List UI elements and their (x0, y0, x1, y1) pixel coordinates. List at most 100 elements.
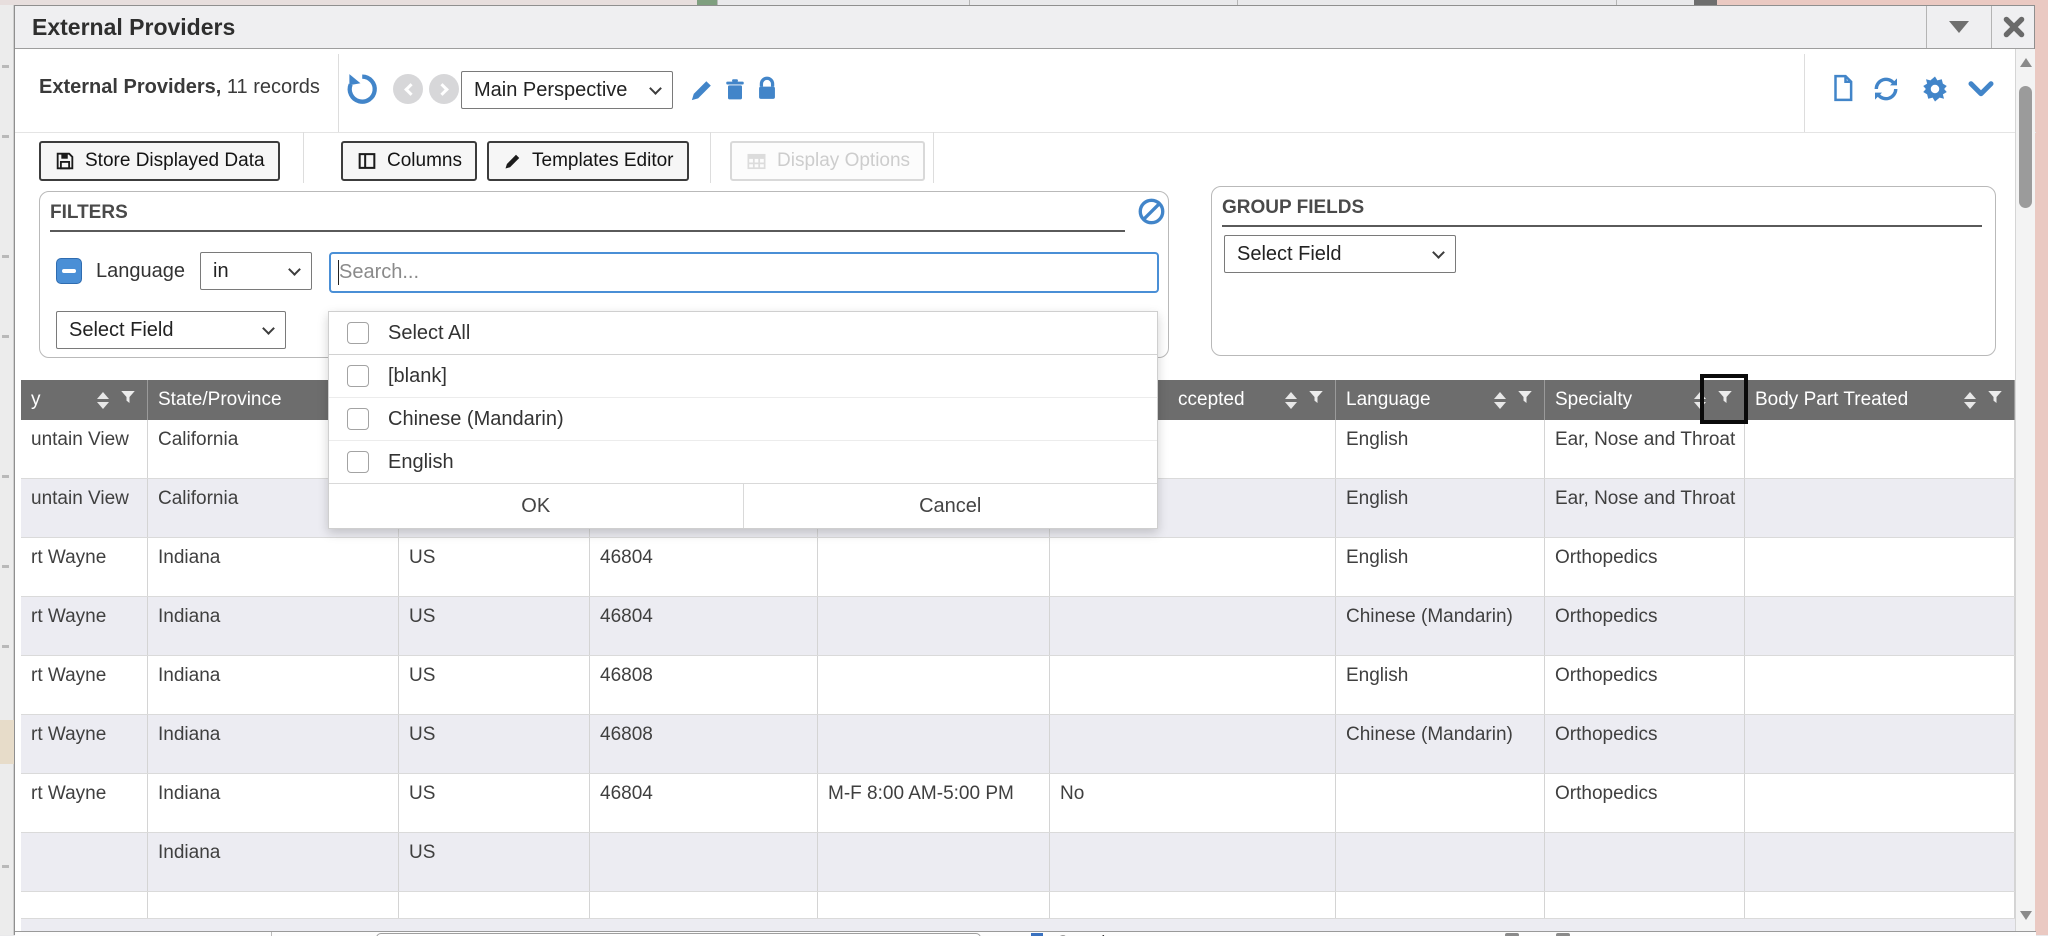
record-summary: External Providers, 11 records (39, 76, 320, 99)
column-header-label: y (31, 389, 41, 411)
filter-icon[interactable] (1307, 388, 1325, 412)
option-label: Chinese (Mandarin) (388, 408, 564, 431)
table-cell (590, 833, 818, 891)
filters-title: FILTERS (50, 202, 128, 224)
clear-filters-icon[interactable] (1136, 196, 1167, 227)
filter-search-input[interactable] (329, 252, 1159, 293)
column-header-label: ccepted (1178, 389, 1245, 411)
lock-icon[interactable] (753, 75, 781, 103)
scroll-down-arrow[interactable] (2020, 911, 2032, 920)
table-cell: US (399, 715, 590, 773)
scrollbar-thumb[interactable] (2019, 86, 2032, 208)
table-cell (1745, 538, 2015, 596)
table-cell (1745, 597, 2015, 655)
table-cell (1745, 656, 2015, 714)
table-cell: untain View (21, 420, 148, 478)
dropdown-option[interactable]: [blank] (329, 355, 1157, 398)
divider (15, 132, 2036, 133)
option-checkbox[interactable] (347, 365, 369, 387)
edit-icon[interactable] (687, 76, 716, 105)
filter-icon[interactable] (1986, 388, 2004, 412)
table-cell (1745, 715, 2015, 773)
option-checkbox[interactable] (347, 408, 369, 430)
filter-icon[interactable] (119, 388, 137, 412)
sort-icon[interactable] (1285, 392, 1297, 409)
filter-icon[interactable] (1516, 388, 1534, 412)
refresh-icon[interactable] (1871, 74, 1901, 104)
table-cell: Indiana (148, 774, 399, 832)
gear-icon[interactable] (1920, 74, 1950, 104)
button-label: Templates Editor (532, 150, 674, 172)
table-cell (1050, 715, 1336, 773)
table-row[interactable] (21, 892, 2015, 919)
templates-editor-button[interactable]: Templates Editor (487, 141, 689, 181)
table-cell (818, 715, 1050, 773)
table-cell (1745, 420, 2015, 478)
perspective-select[interactable]: Main Perspective (461, 71, 673, 109)
table-row[interactable]: rt WayneIndianaUS46804EnglishOrthopedics (21, 538, 2015, 597)
dialog-title: External Providers (32, 14, 235, 41)
option-checkbox[interactable] (347, 322, 369, 344)
table-cell: Orthopedics (1545, 715, 1745, 773)
group-fields-panel: GROUP FIELDS Select Field (1211, 186, 1996, 356)
filter-operator-select[interactable]: in (200, 252, 312, 290)
table-cell (1050, 538, 1336, 596)
vertical-scrollbar[interactable] (2015, 49, 2035, 931)
dropdown-option[interactable]: Chinese (Mandarin) (329, 398, 1157, 441)
table-cell: rt Wayne (21, 774, 148, 832)
chevron-down-icon[interactable] (1966, 78, 1996, 102)
table-cell (1545, 892, 1745, 918)
table-cell: Indiana (148, 715, 399, 773)
dropdown-option[interactable]: English (329, 441, 1157, 484)
save-icon (54, 150, 76, 172)
store-displayed-data-button[interactable]: Store Displayed Data (39, 141, 280, 181)
column-header[interactable]: Body Part Treated (1745, 380, 2015, 420)
sort-icon[interactable] (1494, 392, 1506, 409)
table-cell (1050, 892, 1336, 918)
text-caret (338, 260, 339, 285)
table-cell: Orthopedics (1545, 538, 1745, 596)
filter-enabled-checkbox[interactable] (56, 258, 82, 284)
new-file-icon[interactable] (1828, 73, 1858, 103)
trash-icon[interactable] (721, 76, 749, 104)
column-header[interactable]: y (21, 380, 148, 420)
table-row[interactable]: rt WayneIndianaUS46804Chinese (Mandarin)… (21, 597, 2015, 656)
table-partial-row (21, 919, 2015, 931)
column-header-label: Body Part Treated (1755, 389, 1908, 411)
display-options-button[interactable]: Display Options (730, 141, 925, 181)
next-button[interactable] (429, 74, 459, 104)
option-checkbox[interactable] (347, 451, 369, 473)
ok-button[interactable]: OK (329, 484, 744, 528)
table-row[interactable]: IndianaUS (21, 833, 2015, 892)
undo-icon[interactable] (344, 70, 382, 108)
table-cell (1050, 833, 1336, 891)
table-cell (21, 833, 148, 891)
table-cell: 46808 (590, 715, 818, 773)
table-cell (818, 597, 1050, 655)
cancel-button[interactable]: Cancel (744, 484, 1158, 528)
table-row[interactable]: rt WayneIndianaUS46804M-F 8:00 AM-5:00 P… (21, 774, 2015, 833)
dialog-close-button[interactable] (1991, 6, 2036, 48)
prev-button[interactable] (393, 74, 423, 104)
divider (303, 132, 304, 183)
dialog-collapse-button[interactable] (1926, 6, 1991, 48)
sort-icon[interactable] (97, 392, 109, 409)
filters-select-field[interactable]: Select Field (56, 311, 286, 349)
divider (50, 230, 1125, 232)
table-cell: 46804 (590, 774, 818, 832)
sort-icon[interactable] (1964, 392, 1976, 409)
backdrop-left-strip (0, 5, 14, 935)
option-label: [blank] (388, 365, 447, 388)
column-header[interactable]: Language (1336, 380, 1545, 420)
group-select-field[interactable]: Select Field (1224, 235, 1456, 273)
dropdown-option[interactable]: Select All (329, 312, 1157, 355)
scroll-up-arrow[interactable] (2020, 58, 2032, 67)
table-cell: rt Wayne (21, 538, 148, 596)
dialog-titlebar: External Providers (15, 6, 2034, 49)
table-row[interactable]: rt WayneIndianaUS46808EnglishOrthopedics (21, 656, 2015, 715)
table-cell: Ear, Nose and Throat (1545, 420, 1745, 478)
group-fields-title: GROUP FIELDS (1222, 197, 1364, 219)
divider (933, 132, 934, 183)
columns-button[interactable]: Columns (341, 141, 477, 181)
table-row[interactable]: rt WayneIndianaUS46808Chinese (Mandarin)… (21, 715, 2015, 774)
